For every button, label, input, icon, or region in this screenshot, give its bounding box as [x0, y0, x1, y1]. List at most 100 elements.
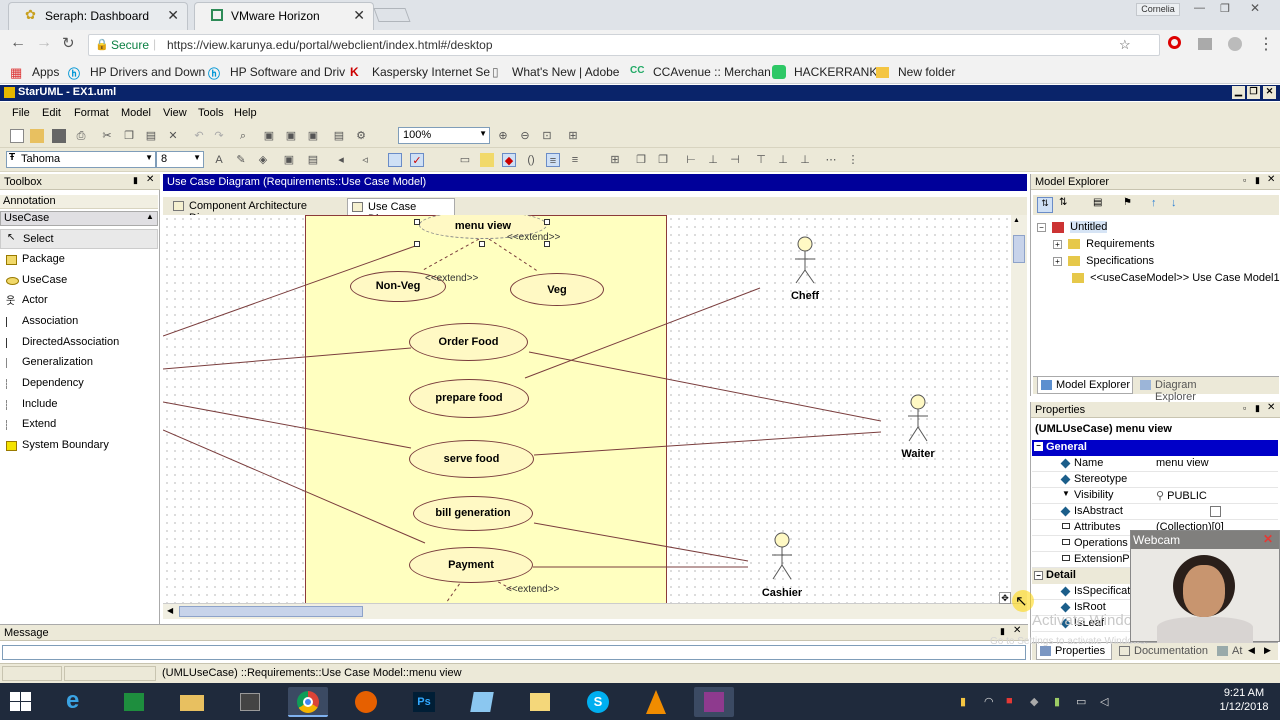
zoom-select[interactable]: 100% ▼ — [398, 127, 490, 144]
tool-association[interactable]: Association — [0, 312, 158, 332]
bookmark-hp-drivers[interactable]: HP Drivers and Down — [90, 65, 205, 79]
tab-scroll-left-icon[interactable]: ◀ — [1248, 645, 1255, 656]
prop-row-visibility[interactable]: ▼ Visibility ⚲ PUBLIC — [1032, 488, 1278, 504]
bookmark-ccavenue[interactable]: CCAvenue :: Merchan — [653, 65, 771, 79]
minimize-icon[interactable]: — — [1194, 2, 1205, 14]
file-explorer-icon[interactable] — [172, 687, 212, 717]
new-file-icon[interactable] — [10, 129, 24, 143]
zoom-fit-icon[interactable]: ⊡ — [540, 129, 554, 143]
toolbar-icon[interactable]: ≡ — [568, 153, 582, 167]
bookmark-star-icon[interactable]: ☆ — [1119, 37, 1131, 53]
scroll-up-icon[interactable]: ▲ — [1013, 217, 1020, 224]
menu-edit[interactable]: Edit — [42, 107, 61, 119]
font-size-select[interactable]: 8 ▼ — [156, 151, 204, 168]
wifi-icon[interactable]: ◠ — [984, 695, 994, 708]
filter-icon[interactable]: ▤ — [1093, 197, 1102, 208]
align-center-icon[interactable]: ⊥ — [706, 153, 720, 167]
vlc-icon[interactable] — [636, 687, 676, 717]
sort-icon[interactable]: ⇅ — [1059, 197, 1067, 208]
close-webcam-icon[interactable]: ✕ — [1263, 532, 1273, 546]
selection-handle[interactable] — [479, 241, 485, 247]
tray-icon[interactable]: ▮ — [960, 695, 966, 708]
app-icon[interactable] — [462, 687, 502, 717]
bookmark-hackerrank[interactable]: HACKERRANK — [794, 65, 877, 79]
tray-icon[interactable]: ▭ — [1076, 695, 1086, 708]
scroll-thumb[interactable] — [1013, 235, 1025, 263]
selection-handle[interactable] — [414, 241, 420, 247]
tab-scroll-right-icon[interactable]: ▶ — [1264, 645, 1271, 656]
tool-extend[interactable]: Extend — [0, 415, 158, 435]
toolbar-icon[interactable]: ❐ — [656, 153, 670, 167]
battery-icon[interactable]: ▮ — [1054, 695, 1060, 708]
undo-icon[interactable]: ↶ — [192, 129, 206, 143]
toolbar-icon[interactable]: ▭ — [458, 153, 472, 167]
toolbar-icon[interactable]: ▣ — [282, 153, 296, 167]
toolbar-icon[interactable]: () — [524, 153, 538, 167]
toolbar-icon[interactable]: ▣ — [306, 129, 320, 143]
scroll-left-icon[interactable]: ◀ — [167, 606, 173, 615]
toolbar-icon[interactable]: ◃ — [358, 153, 372, 167]
pin-icon[interactable]: ▮ — [1255, 403, 1260, 414]
align-right-icon[interactable]: ⊣ — [728, 153, 742, 167]
collapse-icon[interactable]: − — [1034, 571, 1043, 580]
tool-package[interactable]: Package — [0, 250, 158, 270]
menu-format[interactable]: Format — [74, 107, 109, 119]
url-text[interactable]: https://view.karunya.edu/portal/webclien… — [167, 38, 493, 52]
prop-row-stereotype[interactable]: Stereotype — [1032, 472, 1278, 488]
navigator-icon[interactable]: ✥ — [999, 592, 1011, 604]
opera-extension-icon[interactable] — [1168, 36, 1181, 49]
tree-node-specifications[interactable]: + Specifications — [1053, 255, 1154, 267]
tab-use-case-diagram[interactable]: Use Case Diagram — [347, 198, 455, 225]
app-icon[interactable] — [230, 687, 270, 717]
fill-color-icon[interactable]: ◈ — [256, 153, 270, 167]
skype-icon[interactable]: S — [578, 687, 618, 717]
toolbar-icon[interactable] — [480, 153, 494, 167]
toolbar-icon[interactable]: ⚙ — [354, 129, 368, 143]
zoom-in-icon[interactable]: ⊕ — [496, 129, 510, 143]
expand-icon[interactable]: + — [1053, 257, 1062, 266]
zoom-out-icon[interactable]: ⊖ — [518, 129, 532, 143]
app-restore-icon[interactable]: ❐ — [1247, 86, 1260, 99]
tray-icon[interactable]: ◆ — [1030, 695, 1038, 708]
paste-icon[interactable]: ▤ — [144, 129, 158, 143]
toolbar-icon[interactable]: ✓ — [410, 153, 424, 167]
cut-icon[interactable]: ✂ — [100, 129, 114, 143]
tool-usecase[interactable]: UseCase — [0, 271, 158, 291]
windows-start-icon[interactable] — [10, 692, 32, 712]
menu-file[interactable]: File — [12, 107, 30, 119]
close-panel-icon[interactable]: ✕ — [1267, 402, 1275, 413]
toolbar-icon[interactable]: ▣ — [284, 129, 298, 143]
usecase-bill-generation[interactable]: bill generation — [413, 496, 533, 531]
toolbar-icon[interactable]: ⚑ — [1123, 197, 1132, 208]
app-icon[interactable] — [694, 687, 734, 717]
collapse-icon[interactable]: ▲ — [146, 212, 154, 221]
tool-generalization[interactable]: Generalization — [0, 353, 158, 373]
actor-waiter-label[interactable]: Waiter — [878, 448, 958, 460]
scroll-thumb[interactable] — [179, 606, 363, 617]
redo-icon[interactable]: ↷ — [212, 129, 226, 143]
align-left-icon[interactable]: ⊢ — [684, 153, 698, 167]
font-color-icon[interactable]: A — [212, 153, 226, 167]
collapse-icon[interactable]: − — [1037, 223, 1046, 232]
dock-icon[interactable]: ▫ — [1243, 175, 1246, 185]
print-icon[interactable]: ⎙ — [74, 129, 88, 143]
photoshop-icon[interactable]: Ps — [404, 687, 444, 717]
toolbar-icon[interactable]: ▤ — [306, 153, 320, 167]
menu-model[interactable]: Model — [121, 107, 151, 119]
sticky-notes-icon[interactable] — [520, 687, 560, 717]
clock[interactable]: 9:21 AM 1/12/2018 — [1212, 687, 1276, 713]
address-bar[interactable]: 🔒 Secure | https://view.karunya.edu/port… — [88, 34, 1160, 56]
prop-value[interactable]: menu view — [1156, 457, 1209, 469]
new-tab-button[interactable] — [373, 8, 411, 22]
align-middle-icon[interactable]: ⊥ — [776, 153, 790, 167]
tool-system-boundary[interactable]: System Boundary — [0, 436, 158, 456]
usecase-payment[interactable]: Payment — [409, 547, 533, 583]
space-vertical-icon[interactable]: ⋮ — [846, 153, 860, 167]
tab-component-architecture-diagram[interactable]: Component Architecture Diagram — [169, 198, 347, 224]
usecase-prepare-food[interactable]: prepare food — [409, 379, 529, 418]
copy-icon[interactable]: ❐ — [122, 129, 136, 143]
pin-icon[interactable]: ▮ — [133, 175, 138, 186]
maximize-icon[interactable]: ❐ — [1220, 2, 1230, 15]
diagram-canvas[interactable]: menu view Non-Veg Veg Order Food prepare… — [163, 215, 1029, 603]
close-panel-icon[interactable]: ✕ — [1267, 174, 1275, 185]
